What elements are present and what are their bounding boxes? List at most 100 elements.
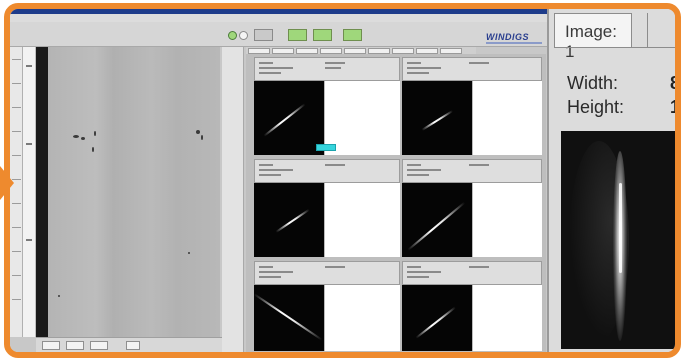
film-mark (26, 65, 32, 67)
status-cell (66, 341, 84, 350)
thumbnail-header (402, 159, 542, 183)
thumbnail-header (254, 57, 400, 81)
thumbnail-tabs (246, 47, 476, 54)
header-line (325, 266, 345, 268)
height-row: Height: 138 (567, 97, 675, 118)
header-line (469, 266, 489, 268)
toolbar: WINDIGS (10, 22, 547, 47)
beam-streak (421, 110, 454, 131)
beam-streak (415, 306, 457, 339)
scanned-sheet-view[interactable] (48, 47, 220, 337)
header-line (259, 174, 281, 176)
ruler-tick (12, 203, 21, 204)
header-line (259, 72, 281, 74)
header-line (407, 271, 441, 273)
tab-underline (554, 47, 675, 48)
status-cell (126, 341, 140, 350)
header-line (259, 276, 281, 278)
header-line (259, 62, 273, 64)
header-line (407, 67, 441, 69)
header-line (469, 164, 489, 166)
selection-highlight[interactable] (316, 144, 336, 151)
thumbnail-grid (246, 54, 546, 352)
header-line (325, 164, 345, 166)
ruler-tick (12, 83, 21, 84)
thumbnail-blank (472, 183, 542, 257)
thumbnail-header (254, 159, 400, 183)
beam-streak (253, 293, 323, 341)
toolbar-button-4[interactable] (343, 29, 362, 41)
ruler-tick (12, 227, 21, 228)
ruler-tick (12, 251, 21, 252)
image-info-panel: Image: 1 Width: 88 Height: 138 (547, 9, 675, 352)
height-label: Height: (567, 97, 625, 117)
scan-edge (36, 47, 48, 337)
thumbnail-image[interactable] (402, 81, 472, 155)
header-line (407, 174, 429, 176)
header-line (469, 62, 489, 64)
header-line (259, 266, 273, 268)
thumbnail-header (402, 57, 542, 81)
image-tab[interactable]: Image: 1 (554, 13, 632, 61)
width-row: Width: 88 (567, 73, 675, 94)
thumbnail-image[interactable] (253, 285, 324, 351)
toolbar-button-1[interactable] (254, 29, 273, 41)
status-bar (36, 337, 236, 352)
menu-bar (10, 14, 547, 22)
ruler-tick (12, 131, 21, 132)
ruler-tick (12, 299, 21, 300)
beam-streak (275, 208, 310, 233)
app-logo: WINDIGS (486, 32, 529, 42)
thumbnail-image[interactable] (402, 183, 472, 257)
film-mark (26, 143, 32, 145)
image-tab-label: Image: 1 (565, 22, 617, 61)
thumbnail-header (254, 261, 400, 285)
speck (188, 252, 190, 254)
beam-streak (407, 201, 466, 251)
pointer-arrow-icon (0, 166, 14, 200)
filmstrip[interactable] (23, 47, 36, 337)
width-value: 88 (670, 73, 681, 93)
thumbnail-blank (472, 285, 542, 351)
header-line (259, 164, 273, 166)
header-line (407, 169, 441, 171)
screenshot-frame: WINDIGS Image: 1 Width: 8 Height: 1 (4, 3, 681, 358)
header-line (407, 72, 429, 74)
thumbnail-image[interactable] (254, 183, 324, 257)
application-window: WINDIGS (10, 9, 547, 352)
header-line (259, 169, 293, 171)
ruler-tick (12, 155, 21, 156)
film-mark (26, 239, 32, 241)
thumbnail-blank (324, 285, 400, 351)
ruler-tick (12, 107, 21, 108)
ruler-tick (12, 275, 21, 276)
header-line (259, 67, 293, 69)
thumbnail-header (402, 261, 542, 285)
height-value: 138 (670, 97, 681, 117)
status-cell (42, 341, 60, 350)
toolbar-button-2[interactable] (288, 29, 307, 41)
header-line (407, 276, 429, 278)
thumbnail-blank (472, 81, 542, 155)
header-line (407, 266, 421, 268)
speck (92, 147, 94, 152)
thumbnail-blank (324, 183, 400, 257)
toolbar-button-3[interactable] (313, 29, 332, 41)
tab-separator (647, 13, 648, 47)
image-preview[interactable] (561, 131, 675, 349)
header-line (325, 62, 345, 64)
speck (58, 295, 60, 297)
status-light-icon[interactable] (228, 31, 237, 40)
thumbnail-image[interactable] (402, 285, 472, 351)
speck (73, 135, 79, 138)
speck (201, 135, 203, 140)
ruler-tick (12, 59, 21, 60)
width-label: Width: (567, 73, 619, 93)
speck (81, 137, 85, 140)
speck (196, 130, 200, 134)
circle-icon[interactable] (239, 31, 248, 40)
thumbnail-image[interactable] (254, 81, 324, 155)
header-line (259, 271, 293, 273)
thumbnail-ruler (222, 47, 244, 352)
header-line (407, 164, 421, 166)
